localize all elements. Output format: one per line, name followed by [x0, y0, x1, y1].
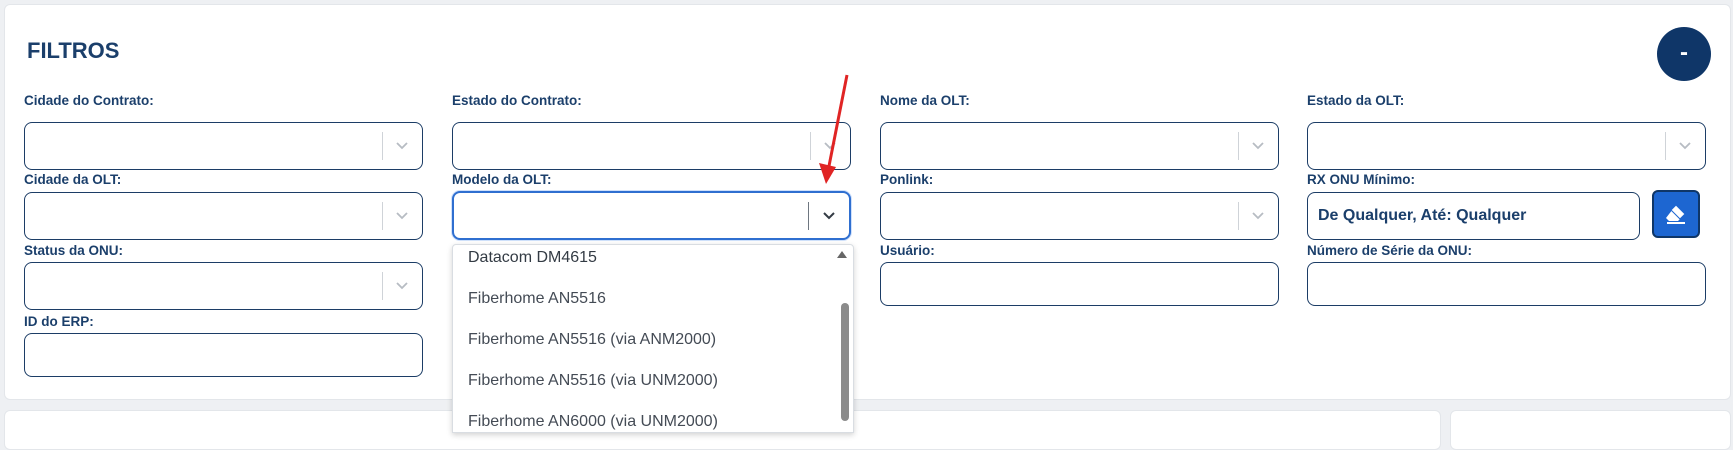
rx-onu-minimo-value: De Qualquer, Até: Qualquer [1318, 207, 1527, 224]
modelo-olt-select[interactable] [452, 191, 851, 240]
numero-serie-onu-label: Número de Série da ONU: [1307, 243, 1473, 258]
cidade-contrato-select[interactable] [24, 122, 423, 170]
estado-olt-label: Estado da OLT: [1307, 93, 1405, 108]
chevron-down-icon [824, 142, 836, 150]
eraser-icon [1666, 204, 1686, 224]
nome-olt-label: Nome da OLT: [880, 93, 970, 108]
dropdown-option[interactable]: Datacom DM4615 [468, 249, 597, 267]
dropdown-option[interactable]: Fiberhome AN5516 (via UNM2000) [468, 372, 718, 390]
filters-title: FILTROS [27, 38, 120, 63]
status-onu-label: Status da ONU: [24, 243, 124, 258]
id-erp-label: ID do ERP: [24, 314, 94, 329]
dropdown-option[interactable]: Fiberhome AN5516 (via ANM2000) [468, 331, 716, 349]
numero-serie-onu-input[interactable] [1307, 262, 1706, 306]
usuario-input[interactable] [880, 262, 1279, 306]
chevron-down-icon [396, 282, 408, 290]
rx-onu-minimo-input[interactable]: De Qualquer, Até: Qualquer [1307, 192, 1640, 240]
select-separator [382, 272, 383, 300]
estado-olt-select[interactable] [1307, 122, 1706, 170]
dropdown-option[interactable]: Fiberhome AN5516 [468, 290, 606, 308]
cidade-contrato-label: Cidade do Contrato: [24, 93, 154, 108]
usuario-label: Usuário: [880, 243, 935, 258]
modelo-olt-dropdown[interactable]: Datacom DM4615 Fiberhome AN5516 Fiberhom… [452, 244, 854, 433]
chevron-down-icon [396, 212, 408, 220]
select-separator [808, 202, 809, 230]
modelo-olt-label: Modelo da OLT: [452, 172, 552, 187]
rx-onu-minimo-label: RX ONU Mínimo: [1307, 172, 1415, 187]
dropdown-scrollbar-thumb[interactable] [841, 303, 849, 421]
nome-olt-select[interactable] [880, 122, 1279, 170]
select-separator [382, 202, 383, 230]
bottom-right-card [1450, 410, 1731, 450]
chevron-down-icon [396, 142, 408, 150]
estado-contrato-label: Estado do Contrato: [452, 93, 582, 108]
select-separator [1665, 132, 1666, 160]
status-onu-select[interactable] [24, 262, 423, 310]
chevron-down-icon [1252, 212, 1264, 220]
ponlink-label: Ponlink: [880, 172, 934, 187]
collapse-filters-button[interactable]: - [1657, 27, 1711, 81]
id-erp-input[interactable] [24, 333, 423, 377]
cidade-olt-select[interactable] [24, 192, 423, 240]
chevron-down-icon [823, 212, 835, 220]
clear-rx-button[interactable] [1652, 190, 1700, 238]
chevron-down-icon [1252, 142, 1264, 150]
scroll-up-icon[interactable] [837, 251, 847, 258]
chevron-down-icon [1679, 142, 1691, 150]
select-separator [1238, 132, 1239, 160]
select-separator [1238, 202, 1239, 230]
cidade-olt-label: Cidade da OLT: [24, 172, 122, 187]
select-separator [810, 132, 811, 160]
ponlink-select[interactable] [880, 192, 1279, 240]
dropdown-option[interactable]: Fiberhome AN6000 (via UNM2000) [468, 413, 718, 431]
estado-contrato-select[interactable] [452, 122, 851, 170]
select-separator [382, 132, 383, 160]
